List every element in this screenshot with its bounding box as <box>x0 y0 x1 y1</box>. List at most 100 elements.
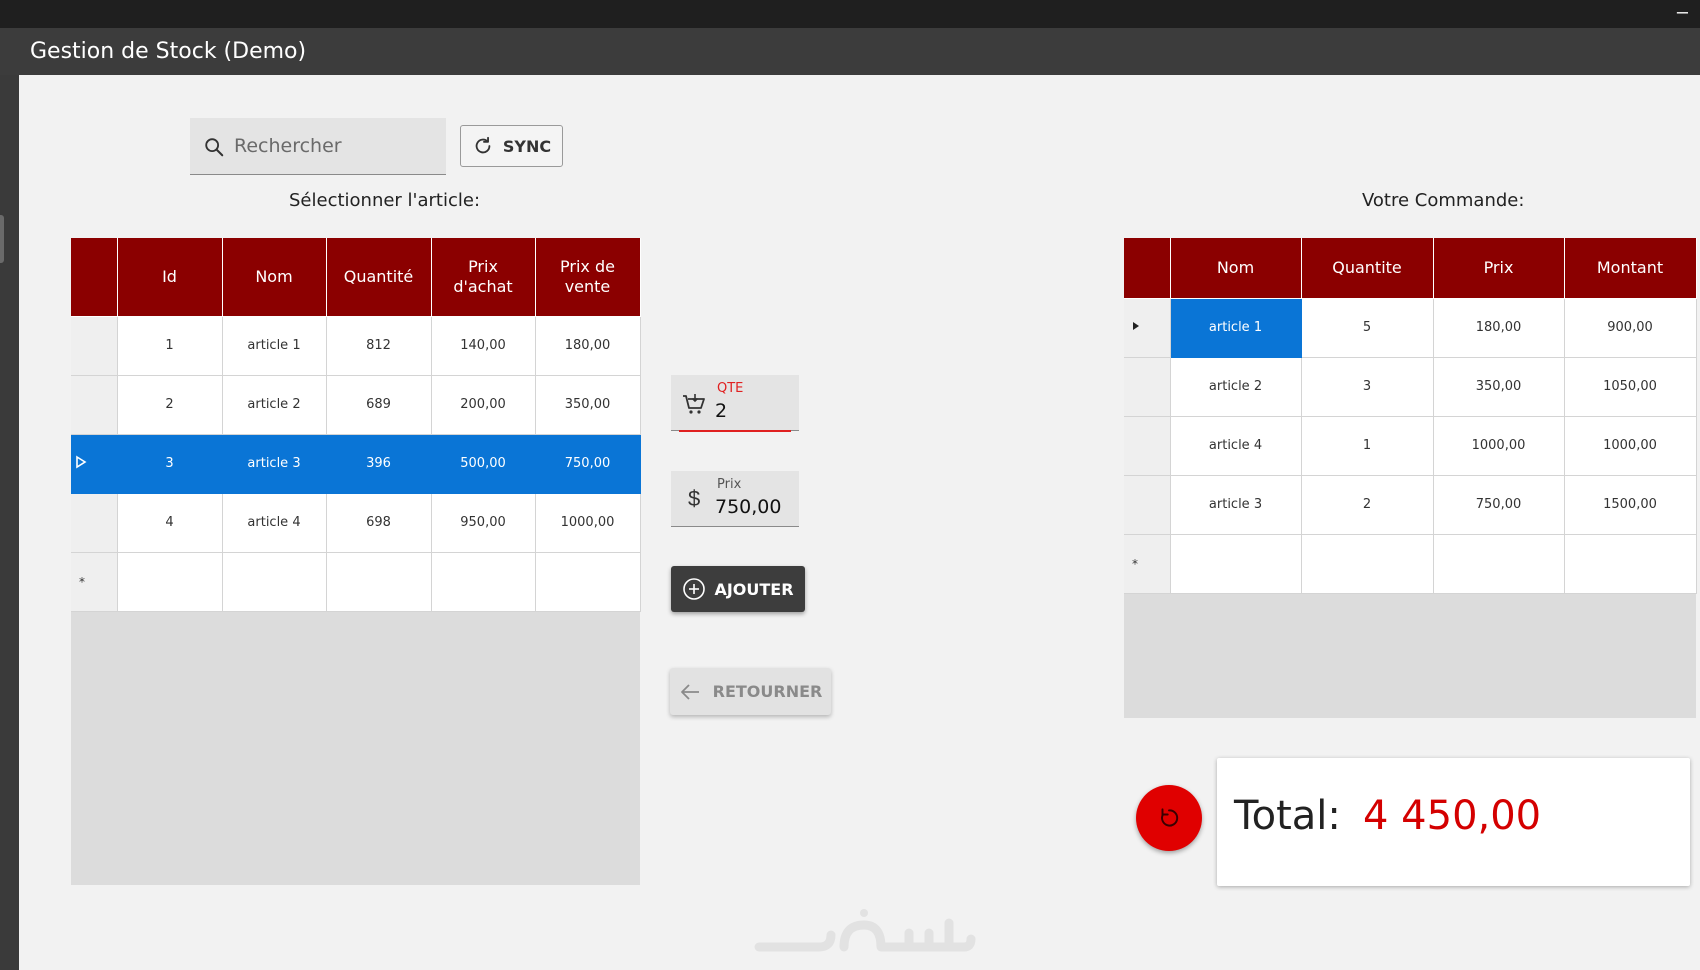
prix-field[interactable]: $ Prix <box>671 471 799 527</box>
column-header-prix[interactable]: Prix <box>1432 238 1565 299</box>
cell-prix-vente[interactable]: 750,00 <box>534 433 641 494</box>
cell-empty[interactable] <box>1432 533 1565 594</box>
cell-prix-vente[interactable]: 1000,00 <box>534 492 641 553</box>
row-header[interactable] <box>71 374 118 435</box>
cell-nom[interactable]: article 1 <box>1169 297 1302 358</box>
column-header-nom[interactable]: Nom <box>221 238 327 317</box>
column-header-montant[interactable]: Montant <box>1563 238 1697 299</box>
cell-montant[interactable]: 1500,00 <box>1563 474 1697 535</box>
row-header[interactable] <box>1124 356 1171 417</box>
reset-button[interactable] <box>1136 785 1202 851</box>
prix-input[interactable] <box>715 493 795 521</box>
ajouter-button[interactable]: AJOUTER <box>671 566 805 612</box>
column-header-quantite[interactable]: Quantité <box>325 238 432 317</box>
column-header-quantite[interactable]: Quantite <box>1300 238 1434 299</box>
cell-quantite[interactable]: 812 <box>325 315 432 376</box>
cart-icon <box>683 394 705 414</box>
cell-prix-achat[interactable]: 500,00 <box>430 433 536 494</box>
cell-prix-vente[interactable]: 180,00 <box>534 315 641 376</box>
cell-nom[interactable]: article 1 <box>221 315 327 376</box>
sync-label: SYNC <box>502 136 552 156</box>
qte-focus-underline <box>679 430 791 432</box>
cell-empty[interactable] <box>534 551 641 612</box>
column-header-id[interactable]: Id <box>116 238 223 317</box>
cell-quantite[interactable]: 1 <box>1300 415 1434 476</box>
qte-input[interactable] <box>715 397 785 425</box>
table-row[interactable]: article 2 3 350,00 1050,00 <box>1124 356 1697 417</box>
cell-prix[interactable]: 750,00 <box>1432 474 1565 535</box>
cell-empty[interactable] <box>221 551 327 612</box>
cell-nom[interactable]: article 3 <box>221 433 327 494</box>
cell-quantite[interactable]: 2 <box>1300 474 1434 535</box>
cell-nom[interactable]: article 4 <box>221 492 327 553</box>
cell-empty[interactable] <box>430 551 536 612</box>
cell-empty[interactable] <box>116 551 223 612</box>
cell-prix[interactable]: 180,00 <box>1432 297 1565 358</box>
row-header[interactable] <box>71 492 118 553</box>
column-header-prix-vente[interactable]: Prix de vente <box>534 238 641 317</box>
cell-quantite[interactable]: 396 <box>325 433 432 494</box>
row-header[interactable] <box>1124 297 1171 358</box>
cell-prix-achat[interactable]: 950,00 <box>430 492 536 553</box>
row-header[interactable] <box>1124 415 1171 476</box>
column-header-nom[interactable]: Nom <box>1169 238 1302 299</box>
commande-grid-panel: Nom Quantite Prix Montant article 1 5 18… <box>1124 238 1697 718</box>
table-row-new[interactable]: * <box>71 551 641 612</box>
dollar-icon: $ <box>688 486 701 511</box>
cell-quantite[interactable]: 689 <box>325 374 432 435</box>
table-row-current[interactable]: article 1 5 180,00 900,00 <box>1124 297 1697 358</box>
cell-montant[interactable]: 1000,00 <box>1563 415 1697 476</box>
cell-montant[interactable]: 900,00 <box>1563 297 1697 358</box>
row-header[interactable] <box>71 433 118 494</box>
cell-nom[interactable]: article 2 <box>221 374 327 435</box>
row-header-corner <box>1124 238 1171 299</box>
cell-id[interactable]: 4 <box>116 492 223 553</box>
articles-grid-panel: Id Nom Quantité Prix d'achat Prix de ven… <box>71 238 641 885</box>
search-box[interactable] <box>190 118 446 175</box>
table-row[interactable]: article 3 2 750,00 1500,00 <box>1124 474 1697 535</box>
watermark-logo-icon <box>754 909 976 952</box>
retourner-button[interactable]: RETOURNER <box>670 668 831 715</box>
cell-prix-vente[interactable]: 350,00 <box>534 374 641 435</box>
cell-quantite[interactable]: 5 <box>1300 297 1434 358</box>
cell-empty[interactable] <box>1300 533 1434 594</box>
qte-label: QTE <box>717 381 744 396</box>
refresh-icon <box>475 136 491 154</box>
qte-field[interactable]: QTE <box>671 375 799 432</box>
main-area: SYNC Sélectionner l'article: Id Nom Quan… <box>19 75 1700 970</box>
table-row-selected[interactable]: 3 article 3 396 500,00 750,00 <box>71 433 641 494</box>
cell-id[interactable]: 1 <box>116 315 223 376</box>
cell-quantite[interactable]: 3 <box>1300 356 1434 417</box>
cell-prix[interactable]: 1000,00 <box>1432 415 1565 476</box>
table-row[interactable]: 4 article 4 698 950,00 1000,00 <box>71 492 641 553</box>
minimize-button[interactable]: – <box>1677 2 1688 22</box>
cell-prix-achat[interactable]: 140,00 <box>430 315 536 376</box>
row-header[interactable] <box>1124 474 1171 535</box>
left-rail-tab[interactable] <box>0 215 4 263</box>
table-row[interactable]: article 4 1 1000,00 1000,00 <box>1124 415 1697 476</box>
cell-empty[interactable] <box>1563 533 1697 594</box>
cell-empty[interactable] <box>325 551 432 612</box>
cell-prix-achat[interactable]: 200,00 <box>430 374 536 435</box>
search-icon <box>205 138 224 157</box>
row-header-new[interactable]: * <box>1124 533 1171 594</box>
row-header-new[interactable]: * <box>71 551 118 612</box>
table-row[interactable]: 1 article 1 812 140,00 180,00 <box>71 315 641 376</box>
column-header-prix-achat[interactable]: Prix d'achat <box>430 238 536 317</box>
cell-id[interactable]: 2 <box>116 374 223 435</box>
triangle-right-filled-icon <box>1133 322 1139 330</box>
cell-nom[interactable]: article 3 <box>1169 474 1302 535</box>
cell-id[interactable]: 3 <box>116 433 223 494</box>
row-header[interactable] <box>71 315 118 376</box>
cell-empty[interactable] <box>1169 533 1302 594</box>
table-row[interactable]: 2 article 2 689 200,00 350,00 <box>71 374 641 435</box>
cell-prix[interactable]: 350,00 <box>1432 356 1565 417</box>
table-row-new[interactable]: * <box>1124 533 1697 594</box>
cell-quantite[interactable]: 698 <box>325 492 432 553</box>
sync-button[interactable]: SYNC <box>460 125 563 167</box>
cell-nom[interactable]: article 2 <box>1169 356 1302 417</box>
cell-nom[interactable]: article 4 <box>1169 415 1302 476</box>
cell-montant[interactable]: 1050,00 <box>1563 356 1697 417</box>
arrow-left-icon <box>680 683 699 700</box>
search-input[interactable] <box>234 118 439 174</box>
